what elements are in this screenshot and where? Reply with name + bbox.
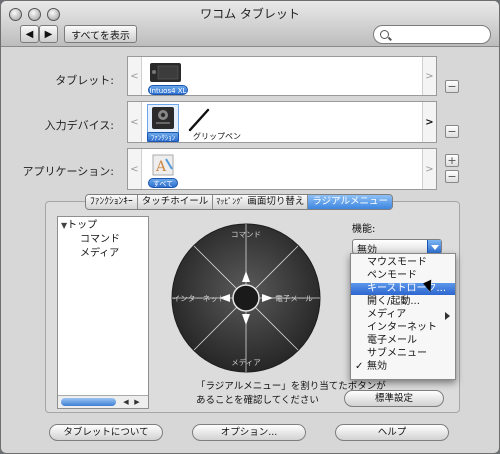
window-title: ワコム タブレット: [200, 7, 300, 21]
menu-item-disabled-label: 無効: [367, 361, 387, 372]
search-icon: [380, 30, 389, 39]
function-select[interactable]: 無効: [352, 239, 442, 256]
tree-item[interactable]: コマンド: [58, 233, 148, 247]
submenu-arrow-icon: [445, 312, 450, 320]
function-dropdown-menu: マウスモード ペンモード キーストローク... 開く/起動... メディア イン…: [350, 253, 456, 380]
tablet-badge: Intuos4 XL: [148, 85, 188, 95]
description-line-1: 「ラジアルメニュー」を割り当てたボタンが: [196, 381, 386, 392]
menu-item-email[interactable]: 電子メール: [351, 335, 455, 347]
application-strip: < A すべて >: [127, 148, 437, 190]
function-badge: ﾌｧﾝｸｼｮﾝ: [147, 132, 179, 142]
scroll-left-button[interactable]: <: [128, 57, 142, 95]
scroll-left-button[interactable]: <: [128, 102, 142, 142]
tab-mapping-label: ﾏｯﾋﾟﾝｸﾞ: [216, 197, 245, 206]
tree-item[interactable]: メディア: [58, 247, 148, 261]
forward-button[interactable]: ▶: [39, 25, 58, 43]
menu-item-open-launch[interactable]: 開く/起動...: [351, 296, 455, 308]
horizontal-scrollbar[interactable]: ◀ ▶: [58, 395, 148, 408]
menu-item-media-label: メディア: [367, 309, 407, 320]
settings-tabs: ﾌｧﾝｸｼｮﾝｷｰ タッチホイール ﾏｯﾋﾟﾝｸﾞ 画面切り替え ラジアルメニュ…: [85, 194, 394, 210]
options-button[interactable]: オプション...: [192, 424, 306, 441]
application-label: アプリケーション:: [22, 165, 115, 178]
wheel-label-right: 電子メール: [275, 294, 313, 303]
menu-item-pen-mode[interactable]: ペンモード: [351, 270, 455, 282]
remove-tablet-button[interactable]: −: [445, 80, 459, 93]
menu-item-mouse-mode[interactable]: マウスモード: [351, 257, 455, 269]
description-line-2: あることを確認してください: [196, 395, 319, 406]
svg-text:A: A: [155, 159, 167, 175]
search-field[interactable]: [373, 25, 491, 44]
all-apps-badge: すべて: [148, 178, 178, 188]
scroll-right-button[interactable]: >: [422, 149, 436, 189]
help-button[interactable]: ヘルプ: [335, 424, 449, 441]
function-label: 機能:: [352, 224, 376, 235]
remove-device-button[interactable]: −: [445, 125, 459, 138]
scroll-right-button[interactable]: >: [422, 102, 436, 142]
title-bar: ワコム タブレット ◀ ▶ すべてを表示: [1, 1, 499, 47]
all-apps-icon[interactable]: A: [150, 152, 176, 178]
pen-label: グリップペン: [193, 132, 241, 141]
restore-defaults-button[interactable]: 標準設定: [344, 390, 444, 407]
menu-tree: ▼トップ コマンド メディア ◀ ▶: [57, 216, 149, 409]
back-button[interactable]: ◀: [20, 25, 39, 43]
tab-screen-switch-label: 画面切り替え: [247, 196, 305, 207]
menu-item-disabled[interactable]: ✓ 無効: [351, 361, 455, 373]
scroll-left-arrow-icon[interactable]: ◀: [121, 397, 131, 407]
wheel-label-top: コマンド: [231, 230, 261, 239]
radial-menu-wheel[interactable]: コマンド インターネット 電子メール メディア: [170, 222, 322, 374]
function-device[interactable]: ﾌｧﾝｸｼｮﾝ: [147, 104, 179, 142]
menu-item-submenu[interactable]: サブメニュー: [351, 348, 455, 360]
scroll-right-button[interactable]: >: [422, 57, 436, 95]
scroll-left-button[interactable]: <: [128, 149, 142, 189]
add-application-button[interactable]: +: [445, 154, 459, 167]
tree-root-label: トップ: [67, 220, 98, 231]
tree-root[interactable]: ▼トップ: [58, 219, 148, 233]
tablet-label: タブレット:: [55, 74, 114, 87]
tablet-icon[interactable]: [147, 60, 185, 84]
scroll-right-arrow-icon[interactable]: ▶: [132, 397, 142, 407]
triangle-left-icon: ◀: [25, 28, 34, 40]
about-tablet-button[interactable]: タブレットについて: [49, 424, 163, 441]
tablet-strip: < Intuos4 XL >: [127, 56, 437, 96]
wheel-label-left: インターネット: [173, 294, 226, 303]
menu-item-keystroke[interactable]: キーストローク...: [351, 283, 455, 295]
remove-application-button[interactable]: −: [445, 170, 459, 183]
tab-touch-wheel[interactable]: タッチホイール: [137, 195, 214, 209]
checkmark-icon: ✓: [355, 361, 364, 372]
chevron-down-icon: [427, 240, 441, 253]
tab-function-keys[interactable]: ﾌｧﾝｸｼｮﾝｷｰ: [86, 195, 138, 209]
menu-item-media[interactable]: メディア: [351, 309, 455, 321]
scrollbar-thumb[interactable]: [61, 398, 116, 406]
triangle-right-icon: ▶: [44, 28, 53, 40]
tab-radial-menu[interactable]: ラジアルメニュー: [308, 195, 393, 209]
menu-item-internet[interactable]: インターネット: [351, 322, 455, 334]
input-device-label: 入力デバイス:: [44, 119, 114, 132]
input-device-strip: < ﾌｧﾝｸｼｮﾝ グリップペン >: [127, 101, 437, 143]
tab-mapping[interactable]: ﾏｯﾋﾟﾝｸﾞ 画面切り替え: [213, 195, 309, 209]
show-all-button[interactable]: すべてを表示: [64, 25, 137, 43]
pen-icon[interactable]: [183, 107, 213, 133]
preferences-window: ワコム タブレット ◀ ▶ すべてを表示 タブレット: < Intuos4 XL…: [0, 0, 500, 454]
wheel-label-bottom: メディア: [231, 357, 260, 367]
